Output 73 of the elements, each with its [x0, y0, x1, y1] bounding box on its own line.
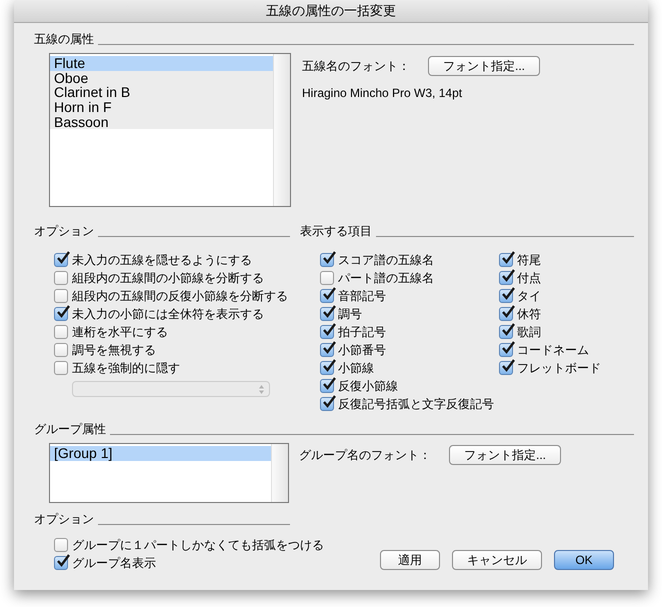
font-value: Hiragino Mincho Pro W3, 14pt [302, 86, 464, 100]
dialog-button[interactable]: 適用 [380, 550, 440, 570]
checkbox-label: 符尾 [517, 252, 541, 268]
list-item[interactable]: Bassoon [50, 114, 273, 130]
checkbox[interactable] [54, 325, 68, 339]
checkbox[interactable] [54, 271, 68, 285]
section-heading: 表示する項目 [300, 223, 372, 240]
checkbox-label: 組段内の五線間の反復小節線を分断する [72, 288, 288, 304]
section-heading: オプション [34, 223, 94, 240]
checkbox[interactable] [499, 271, 513, 285]
list-item[interactable]: Oboe [50, 70, 273, 86]
checkbox-label: 未入力の五線を隠せるようにする [72, 252, 252, 268]
checkbox[interactable] [320, 361, 334, 375]
checkbox[interactable] [320, 325, 334, 339]
checkbox-label: フレットボード [517, 360, 601, 376]
checkbox[interactable] [54, 343, 68, 357]
checkbox-label: 連桁を水平にする [72, 324, 168, 340]
checkbox-label: 付点 [517, 270, 541, 286]
checkbox[interactable] [499, 307, 513, 321]
list-item[interactable]: Horn in F [50, 100, 273, 115]
scroll-bar[interactable] [271, 444, 288, 502]
checkbox[interactable] [320, 289, 334, 303]
list-item[interactable]: [Group 1] [50, 446, 271, 461]
checkbox-label: スコア譜の五線名 [338, 252, 434, 268]
checkbox-label: パート譜の五線名 [338, 270, 434, 286]
checkbox[interactable] [54, 538, 68, 552]
font-button[interactable]: フォント指定... [428, 56, 540, 76]
checkbox[interactable] [320, 379, 334, 393]
checkbox-label: グループ名表示 [72, 554, 156, 572]
checkbox[interactable] [54, 307, 68, 321]
font-label: グループ名のフォント： [299, 446, 431, 464]
checkbox[interactable] [499, 361, 513, 375]
checkbox[interactable] [499, 343, 513, 357]
checkbox[interactable] [499, 253, 513, 267]
checkbox-label: 小節番号 [338, 342, 386, 358]
checkbox[interactable] [54, 289, 68, 303]
checkbox-label: コードネーム [517, 342, 589, 358]
section-heading: オプション [34, 511, 94, 528]
checkbox[interactable] [499, 289, 513, 303]
checkbox[interactable] [54, 253, 68, 267]
checkbox-label: 五線を強制的に隠す [72, 360, 180, 376]
checkbox-label: 休符 [517, 306, 541, 322]
dialog-button[interactable]: OK [554, 550, 614, 570]
checkbox-label: 反復記号括弧と文字反復記号 [338, 396, 494, 412]
checkbox-label: 組段内の五線間の小節線を分断する [72, 270, 264, 286]
checkbox[interactable] [499, 325, 513, 339]
checkbox-label: グループに１パートしかなくても括弧をつける [72, 536, 324, 554]
window-title: 五線の属性の一括変更 [266, 2, 396, 20]
dialog-button[interactable]: キャンセル [452, 550, 542, 570]
checkbox[interactable] [320, 397, 334, 411]
checkbox-label: 歌詞 [517, 324, 541, 340]
checkbox-label: 調号を無視する [72, 342, 156, 358]
checkbox[interactable] [320, 271, 334, 285]
checkbox-label: 反復小節線 [338, 378, 398, 394]
checkbox-label: 小節線 [338, 360, 374, 376]
stepper-icon [259, 384, 264, 394]
checkbox-label: 未入力の小節には全休符を表示する [72, 306, 264, 322]
checkbox[interactable] [320, 343, 334, 357]
list-item[interactable]: Clarinet in B [50, 85, 273, 100]
checkbox-label: タイ [517, 288, 541, 304]
list-item[interactable]: Flute [50, 56, 273, 71]
checkbox[interactable] [320, 307, 334, 321]
font-label: 五線名のフォント： [302, 58, 410, 74]
section-heading: グループ属性 [34, 421, 106, 438]
checkbox-label: 拍子記号 [338, 324, 386, 340]
section-heading: 五線の属性 [34, 31, 94, 48]
checkbox-label: 調号 [338, 306, 362, 322]
scroll-bar[interactable] [273, 54, 290, 206]
checkbox[interactable] [54, 556, 68, 570]
checkbox[interactable] [54, 361, 68, 375]
checkbox[interactable] [320, 253, 334, 267]
font-button[interactable]: フォント指定... [449, 445, 562, 465]
checkbox-label: 音部記号 [338, 288, 386, 304]
